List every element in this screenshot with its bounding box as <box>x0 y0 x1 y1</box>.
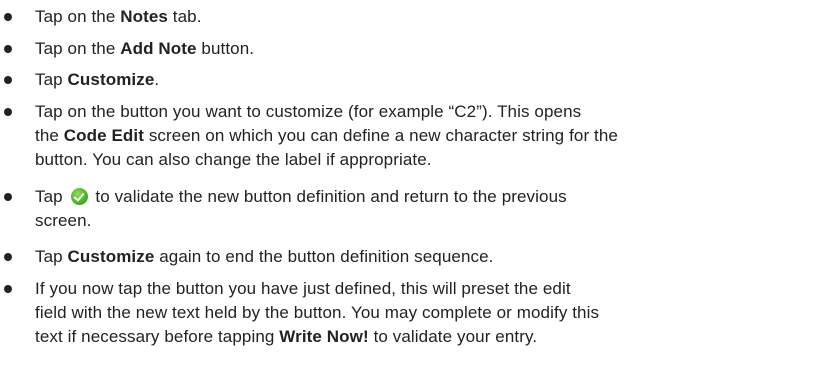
step-1-text: Tap on the Notes tab. <box>35 7 202 26</box>
bullet <box>4 45 12 53</box>
bullet <box>4 193 12 201</box>
notes-tab-label: Notes <box>120 7 168 26</box>
checkmark-icon <box>70 188 88 205</box>
bullet <box>4 285 12 293</box>
bullet <box>4 13 12 21</box>
bullet <box>4 76 12 84</box>
step-3-text: Tap Customize. <box>35 70 160 89</box>
code-edit-label: Code Edit <box>63 126 144 145</box>
bullet <box>4 253 12 261</box>
write-now-label: Write Now! <box>279 327 369 346</box>
step-7-line-3: text if necessary before tapping Write N… <box>35 327 538 346</box>
bullet <box>4 108 12 116</box>
step-4-line-3: button. You can also change the label if… <box>35 150 432 169</box>
step-2-text: Tap on the Add Note button. <box>35 39 255 58</box>
step-6-text: Tap Customize again to end the button de… <box>35 247 494 266</box>
step-4-line-1: Tap on the button you want to customize … <box>35 102 582 121</box>
customize-label: Customize <box>67 70 155 89</box>
step-5-line-2: screen. <box>35 211 92 230</box>
step-7-line-1: If you now tap the button you have just … <box>35 279 571 298</box>
step-5-line-1: Tap to validate the new button definitio… <box>35 187 567 206</box>
step-7-line-2: field with the new text held by the butt… <box>35 303 600 322</box>
customize-label: Customize <box>67 247 155 266</box>
step-4-line-2: the Code Edit screen on which you can de… <box>35 126 618 145</box>
add-note-button-label: Add Note <box>120 39 197 58</box>
